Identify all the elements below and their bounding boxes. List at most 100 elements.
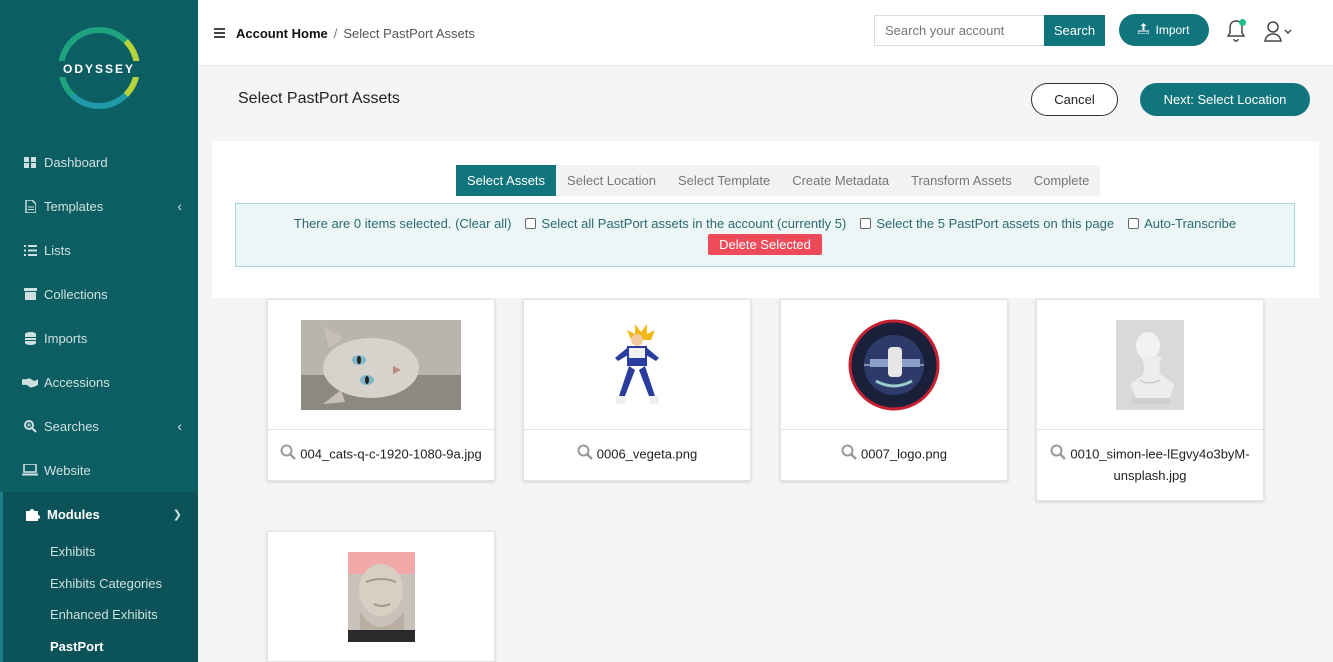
asset-card[interactable]: 0010_simon-lee-lEgvy4o3byM-unsplash.jpg — [1036, 299, 1264, 501]
step-select-template[interactable]: Select Template — [667, 165, 781, 196]
dashboard-icon — [22, 155, 38, 169]
step-select-location[interactable]: Select Location — [556, 165, 667, 196]
sidebar-subitem-enhanced-exhibits[interactable]: Enhanced Exhibits — [3, 599, 198, 631]
handshake-icon — [22, 375, 38, 389]
sidebar-item-templates[interactable]: Templates ‹ — [0, 184, 198, 228]
breadcrumb: Account Home / Select PastPort Assets — [236, 26, 475, 41]
sidebar-item-label: Website — [44, 462, 91, 478]
asset-thumbnail[interactable] — [524, 300, 750, 430]
sidebar-subitem-exhibits-categories[interactable]: Exhibits Categories — [3, 568, 198, 600]
asset-filename: 0010_simon-lee-lEgvy4o3byM-unsplash.jpg — [1070, 446, 1250, 483]
selection-info-box: There are 0 items selected. (Clear all) … — [235, 203, 1295, 267]
chevron-left-icon: ‹ — [177, 198, 182, 214]
step-complete[interactable]: Complete — [1023, 165, 1101, 196]
sidebar-item-lists[interactable]: Lists — [0, 228, 198, 272]
selection-controls: There are 0 items selected. (Clear all) … — [236, 216, 1294, 231]
asset-filename: 004_cats-q-c-1920-1080-9a.jpg — [300, 446, 482, 462]
magnify-icon[interactable] — [577, 444, 593, 466]
asset-thumbnail[interactable] — [1037, 300, 1263, 430]
top-header: Account Home / Select PastPort Assets Sear… — [198, 0, 1333, 66]
asset-thumbnail[interactable] — [781, 300, 1007, 430]
sidebar-item-label: Dashboard — [44, 154, 108, 170]
import-button[interactable]: Import — [1119, 14, 1209, 46]
asset-filename: 0006_vegeta.png — [596, 446, 698, 462]
bust-statue-image — [1116, 319, 1184, 410]
selection-status: There are 0 items selected. — [293, 216, 452, 231]
select-page-checkbox[interactable]: Select the 5 PastPort assets on this pag… — [860, 216, 1114, 231]
sidebar-item-modules[interactable]: Modules ❯ — [0, 492, 198, 536]
checkbox-label: Select the 5 PastPort assets on this pag… — [876, 216, 1115, 231]
asset-caption: 0010_simon-lee-lEgvy4o3byM-unsplash.jpg — [1037, 430, 1263, 500]
sidebar-item-label: Imports — [44, 330, 88, 346]
checkbox-box[interactable] — [525, 218, 537, 229]
sidebar-item-imports[interactable]: Imports — [0, 316, 198, 360]
spacex-logo-image — [848, 319, 940, 410]
sidebar-item-dashboard[interactable]: Dashboard — [0, 140, 198, 184]
list-icon — [22, 243, 38, 257]
step-transform-assets[interactable]: Transform Assets — [900, 165, 1023, 196]
cancel-button[interactable]: Cancel — [1031, 83, 1118, 116]
sidebar-nav: Dashboard Templates ‹ Lists Collections — [0, 140, 198, 662]
page-title: Select PastPort Assets — [238, 90, 400, 107]
breadcrumb-home-link[interactable]: Account Home — [236, 26, 328, 41]
wizard-panel: Select Assets Select Location Select Tem… — [212, 141, 1319, 298]
checkbox-label: Auto-Transcribe — [1144, 216, 1237, 231]
database-icon — [22, 331, 38, 345]
sidebar-subitem-pastport[interactable]: PastPort — [3, 631, 198, 662]
search-input[interactable] — [874, 15, 1044, 46]
wizard-steps: Select Assets Select Location Select Tem… — [456, 165, 1101, 196]
checkbox-box[interactable] — [860, 218, 872, 229]
asset-card[interactable] — [267, 531, 495, 662]
asset-card[interactable]: 0007_logo.png — [780, 299, 1008, 481]
delete-selected-button[interactable]: Delete Selected — [708, 234, 822, 255]
file-icon — [22, 199, 38, 213]
asset-caption: 0006_vegeta.png — [524, 430, 750, 480]
sidebar-subitem-exhibits[interactable]: Exhibits — [3, 536, 198, 568]
sidebar-item-label: Searches — [44, 418, 99, 434]
sidebar-item-label: Lists — [44, 242, 71, 258]
notification-dot — [1239, 19, 1246, 26]
step-create-metadata[interactable]: Create Metadata — [781, 165, 900, 196]
upload-icon — [1137, 23, 1150, 37]
search-button[interactable]: Search — [1044, 15, 1105, 46]
asset-thumbnail[interactable] — [268, 300, 494, 430]
select-all-account-checkbox[interactable]: Select all PastPort assets in the accoun… — [525, 216, 846, 231]
notifications-bell-icon[interactable] — [1225, 19, 1247, 43]
statue-face-image — [347, 551, 415, 642]
sidebar-item-label: Templates — [44, 198, 104, 214]
chevron-left-icon: ‹ — [177, 418, 182, 434]
puzzle-icon — [25, 507, 41, 521]
sidebar-item-label: Modules — [47, 506, 100, 522]
breadcrumb-current: Select PastPort Assets — [343, 26, 475, 41]
sidebar: ODYSSEY Dashboard Templates ‹ Lists Coll… — [0, 0, 198, 662]
asset-thumbnail[interactable] — [268, 532, 494, 662]
odyssey-logo[interactable]: ODYSSEY — [54, 27, 144, 109]
asset-filename: 0007_logo.png — [860, 446, 948, 462]
asset-card[interactable]: 0006_vegeta.png — [523, 299, 751, 481]
sidebar-item-searches[interactable]: Searches ‹ — [0, 404, 198, 448]
magnify-icon[interactable] — [280, 444, 297, 466]
checkbox-label: Select all PastPort assets in the accoun… — [541, 216, 847, 231]
sidebar-item-website[interactable]: Website — [0, 448, 198, 492]
sidebar-item-label: Collections — [44, 286, 108, 302]
asset-caption: 0007_logo.png — [781, 430, 1007, 480]
magnify-icon[interactable] — [841, 444, 857, 466]
clear-all-link[interactable]: (Clear all) — [455, 216, 511, 231]
hamburger-menu-icon[interactable] — [214, 28, 225, 40]
vegeta-image — [599, 319, 675, 410]
user-icon — [1264, 21, 1292, 42]
modules-submenu: Exhibits Exhibits Categories Enhanced Ex… — [0, 536, 198, 662]
sidebar-item-accessions[interactable]: Accessions — [0, 360, 198, 404]
next-select-location-button[interactable]: Next: Select Location — [1140, 83, 1310, 116]
sidebar-item-label: Accessions — [44, 374, 110, 390]
asset-card[interactable]: 004_cats-q-c-1920-1080-9a.jpg — [267, 299, 495, 481]
laptop-icon — [22, 463, 38, 477]
user-menu[interactable] — [1264, 20, 1298, 44]
sidebar-item-collections[interactable]: Collections — [0, 272, 198, 316]
breadcrumb-separator: / — [333, 26, 338, 41]
cat-image — [301, 319, 461, 410]
auto-transcribe-checkbox[interactable]: Auto-Transcribe — [1128, 216, 1236, 231]
step-select-assets[interactable]: Select Assets — [456, 165, 557, 196]
checkbox-box[interactable] — [1128, 218, 1140, 229]
magnify-icon[interactable] — [1050, 444, 1067, 466]
